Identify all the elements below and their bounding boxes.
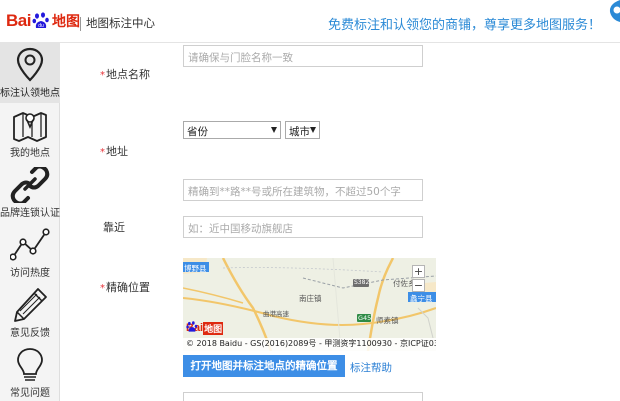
pencil-icon — [14, 288, 47, 322]
location-marker-icon[interactable] — [606, 0, 620, 24]
page-title: 地图标注中心 — [86, 16, 155, 30]
map-place-label: 蠡宁县 — [410, 294, 433, 303]
place-name-label: *地点名称 — [100, 66, 150, 82]
baidu-map-logo[interactable]: Bai du 地图 — [6, 9, 80, 33]
nearby-input[interactable]: 如：近中国移动旗舰店 — [183, 216, 423, 238]
city-select-value: 城市 — [289, 126, 310, 138]
map-place-label: 博野县 — [184, 264, 207, 273]
place-name-input[interactable]: 请确保与门脸名称一致 — [183, 45, 423, 67]
sidebar-item-visit-heat[interactable]: 访问热度 — [0, 223, 60, 283]
line-chart-icon — [10, 228, 50, 261]
zoom-out-button[interactable]: − — [412, 279, 425, 292]
city-select[interactable]: 城市 — [285, 121, 320, 139]
chevron-down-icon — [271, 127, 277, 133]
map-road-code: S382 — [354, 279, 370, 286]
sidebar-item-brand-chain[interactable]: 品牌连锁认证 — [0, 163, 60, 223]
header-slogan: 免费标注和认领您的商铺，尊享更多地图服务！ — [328, 18, 602, 33]
province-select[interactable]: 省份 — [183, 121, 281, 139]
sidebar-item-label: 品牌连锁认证 — [0, 208, 60, 219]
svg-text:du: du — [38, 23, 44, 29]
sidebar-item-label: 访问热度 — [10, 268, 50, 279]
sidebar-item-label: 常见问题 — [10, 388, 50, 399]
address-label: *地址 — [100, 143, 128, 159]
sidebar-item-faq[interactable]: 常见问题 — [0, 343, 60, 401]
paw-icon — [186, 321, 198, 332]
sidebar-item-feedback[interactable]: 意见反馈 — [0, 283, 60, 343]
map-place-label: 南庄镇 — [299, 294, 322, 303]
folded-map-icon — [13, 112, 47, 142]
sidebar-item-label: 我的地点 — [10, 148, 50, 159]
map-logo-ditu: 地图 — [203, 321, 224, 335]
address-detail-input[interactable]: 精确到**路**号或所在建筑物，不超过50个字 — [183, 179, 423, 201]
open-map-button[interactable]: 打开地图并标注地点的精确位置 — [183, 355, 345, 377]
required-mark: * — [100, 283, 105, 294]
logo-ditu: 地图 — [51, 14, 80, 30]
map-baidu-logo: Bai 地图 — [186, 321, 224, 335]
required-mark: * — [100, 70, 105, 81]
paw-icon: du — [32, 12, 49, 29]
header-divider — [80, 17, 81, 31]
sidebar-item-label: 标注认领地点 — [0, 88, 60, 99]
location-pin-icon — [16, 47, 44, 82]
lightbulb-icon — [17, 348, 43, 381]
address-label-text: 地址 — [106, 145, 128, 158]
precise-location-label: *精确位置 — [100, 279, 150, 295]
nearby-label: 靠近 — [103, 221, 125, 234]
map-copyright: © 2018 Baidu - GS(2016)2089号 - 甲测资字11009… — [183, 338, 436, 351]
chevron-down-icon — [310, 127, 316, 133]
map-preview[interactable]: 博野县 付佐乡 南庄镇 曲港高速 师素镇 蠡宁县 S382 G45 + − Ba… — [183, 258, 436, 351]
map-road-code: G45 — [358, 314, 372, 322]
sidebar-item-my-locations[interactable]: 我的地点 — [0, 103, 60, 163]
next-form-input[interactable] — [183, 392, 423, 401]
top-header: Bai du 地图 地图标注中心 免费标注和认领您的商铺，尊享更多地图服务！ — [0, 0, 620, 43]
required-mark: * — [100, 147, 105, 158]
sidebar-item-claim-location[interactable]: 标注认领地点 — [0, 43, 60, 103]
map-place-label: 师素镇 — [376, 316, 399, 325]
province-select-value: 省份 — [187, 126, 208, 138]
map-road-label: 曲港高速 — [263, 310, 289, 318]
precise-location-label-text: 精确位置 — [106, 281, 150, 294]
chain-link-icon — [10, 167, 50, 203]
zoom-in-button[interactable]: + — [412, 265, 425, 278]
sidebar-item-label: 意见反馈 — [10, 328, 50, 339]
sidebar: 标注认领地点 我的地点 品牌连锁认证 访问热度 意见反馈 常见问题 — [0, 43, 60, 401]
logo-text: Bai — [6, 11, 31, 30]
mark-help-link[interactable]: 标注帮助 — [350, 360, 392, 375]
place-name-label-text: 地点名称 — [106, 68, 150, 81]
